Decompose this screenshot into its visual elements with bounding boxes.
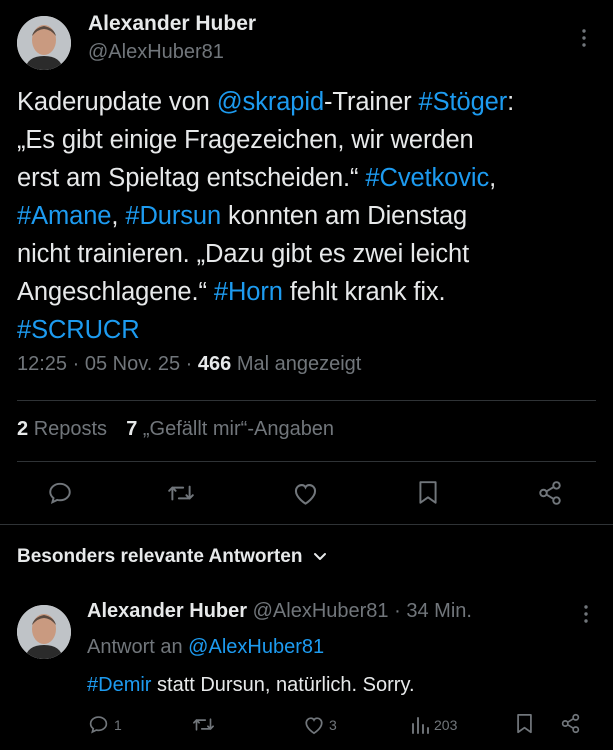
- text-link[interactable]: #Demir: [87, 674, 151, 696]
- likes-link[interactable]: 7 „Gefällt mir“-Angaben: [126, 418, 334, 440]
- chevron-down-icon: [313, 549, 327, 567]
- reply-to-handle[interactable]: @AlexHuber81: [188, 636, 324, 658]
- replies-sort-button[interactable]: Besonders relevante Antworten: [17, 546, 327, 568]
- meta-separator: ·: [394, 600, 401, 622]
- views-label: Mal angezeigt: [236, 353, 362, 375]
- like-icon[interactable]: [292, 481, 319, 506]
- author-handle[interactable]: @AlexHuber81: [88, 41, 224, 64]
- reply-author-handle[interactable]: @AlexHuber81: [253, 600, 389, 622]
- text-link[interactable]: #Horn: [214, 278, 283, 306]
- post-date[interactable]: 05 Nov. 25: [85, 353, 180, 375]
- share-icon[interactable]: [560, 713, 581, 734]
- repost-icon[interactable]: [192, 714, 215, 735]
- like-icon[interactable]: [303, 715, 325, 735]
- text-link[interactable]: #Stöger: [419, 88, 508, 116]
- text-run: konnten am Dienstag: [221, 202, 468, 230]
- likes-count: 7: [126, 418, 138, 440]
- avatar-image: [17, 605, 71, 659]
- divider: [0, 524, 613, 525]
- post-text-line: Angeschlagene.“ #Horn fehlt krank fix.: [17, 273, 607, 311]
- post-text-line: nicht trainieren. „Dazu gibt es zwei lei…: [17, 235, 607, 273]
- reply-text: #Demir statt Dursun, natürlich. Sorry.: [87, 670, 415, 701]
- reply-author-name[interactable]: Alexander Huber: [87, 600, 247, 622]
- divider: [17, 461, 596, 462]
- text-run: Angeschlagene.“: [17, 278, 214, 306]
- like-count: 3: [329, 717, 337, 733]
- bookmark-icon[interactable]: [515, 713, 534, 735]
- more-icon[interactable]: [580, 28, 588, 48]
- text-run: erst am Spieltag entscheiden.“: [17, 164, 366, 192]
- likes-label: „Gefällt mir“-Angaben: [142, 418, 335, 440]
- post-text: Kaderupdate von @skrapid-Trainer #Stöger…: [17, 83, 607, 349]
- text-run: „Es gibt einige Fragezeichen, wir werden: [17, 126, 474, 154]
- reply-count: 1: [114, 717, 122, 733]
- text-run: Kaderupdate von: [17, 88, 217, 116]
- meta-separator: ·: [72, 353, 80, 375]
- view-count: 203: [434, 717, 458, 733]
- reply-icon[interactable]: [47, 480, 73, 506]
- more-icon[interactable]: [582, 604, 590, 624]
- divider: [17, 400, 596, 401]
- text-run: nicht trainieren. „Dazu gibt es zwei lei…: [17, 240, 470, 268]
- reposts-count: 2: [17, 418, 29, 440]
- author-avatar[interactable]: [17, 16, 71, 70]
- reposts-link[interactable]: 2 Reposts: [17, 418, 107, 440]
- repost-icon[interactable]: [167, 480, 195, 506]
- reply-author-avatar[interactable]: [17, 605, 71, 659]
- post-text-line: Kaderupdate von @skrapid-Trainer #Stöger…: [17, 83, 607, 121]
- text-link[interactable]: #Cvetkovic: [365, 164, 489, 192]
- text-link[interactable]: @skrapid: [217, 88, 324, 116]
- avatar-image: [17, 16, 71, 70]
- text-link[interactable]: #Amane: [17, 202, 111, 230]
- post-text-line: „Es gibt einige Fragezeichen, wir werden: [17, 121, 607, 159]
- section-title: Besonders relevante Antworten: [17, 546, 303, 567]
- reply-to-label: Antwort an: [87, 636, 183, 658]
- author-name[interactable]: Alexander Huber: [88, 12, 256, 36]
- reposts-label: Reposts: [33, 418, 108, 440]
- share-icon[interactable]: [537, 480, 563, 506]
- meta-separator: ·: [185, 353, 193, 375]
- post-meta: 12:25 · 05 Nov. 25 · 466 Mal angezeigt: [17, 353, 361, 376]
- text-run: statt Dursun, natürlich. Sorry.: [151, 674, 415, 696]
- views-icon[interactable]: [410, 715, 430, 735]
- text-run: ,: [111, 202, 126, 230]
- post-stats: 2 Reposts 7 „Gefällt mir“-Angaben: [17, 418, 334, 441]
- views-count: 466: [197, 353, 232, 375]
- bookmark-icon[interactable]: [417, 480, 439, 506]
- text-run: fehlt krank fix.: [282, 278, 446, 306]
- post-time[interactable]: 12:25: [17, 353, 67, 375]
- post-text-line: erst am Spieltag entscheiden.“ #Cvetkovi…: [17, 159, 607, 197]
- post-text-line: #Amane, #Dursun konnten am Dienstag: [17, 197, 607, 235]
- reply-icon[interactable]: [88, 714, 109, 735]
- reply-to-line: Antwort an @AlexHuber81: [87, 632, 324, 663]
- text-run: -Trainer: [324, 88, 419, 116]
- post-text-line: #SCRUCR: [17, 311, 607, 349]
- reply-header: Alexander Huber @AlexHuber81 · 34 Min.: [87, 600, 472, 623]
- text-link[interactable]: #SCRUCR: [17, 316, 140, 344]
- text-run: :: [507, 88, 515, 116]
- text-run: ,: [489, 164, 497, 192]
- text-link[interactable]: #Dursun: [125, 202, 221, 230]
- reply-age[interactable]: 34 Min.: [406, 600, 472, 622]
